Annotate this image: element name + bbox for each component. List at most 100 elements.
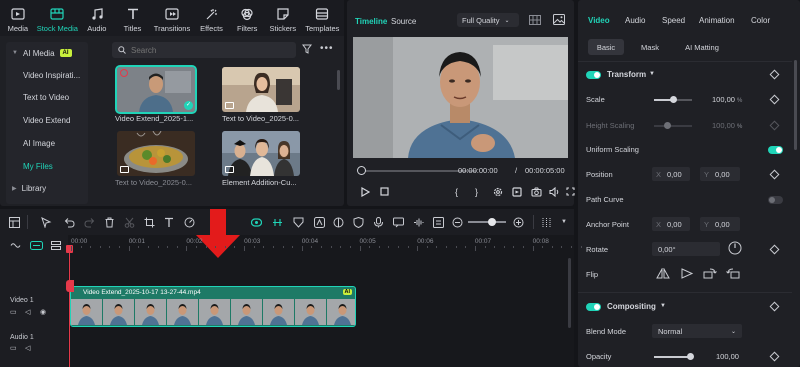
split-scissors-icon[interactable] xyxy=(123,216,135,228)
zoom-out-icon[interactable] xyxy=(451,216,463,228)
rotate-dial-icon[interactable] xyxy=(728,241,742,255)
sidebar-item-library[interactable]: ▶ Library xyxy=(6,177,88,199)
filter-icon[interactable] xyxy=(302,44,312,54)
opacity-value[interactable]: 100,00 xyxy=(716,352,739,361)
clip-info-icon[interactable] xyxy=(432,216,444,228)
mark-in-icon[interactable]: { xyxy=(455,186,458,197)
track-grid-icon[interactable] xyxy=(540,216,552,228)
media-scrollbar[interactable] xyxy=(337,70,340,90)
scale-slider-knob[interactable] xyxy=(669,96,677,103)
volume-icon[interactable] xyxy=(549,186,560,197)
tab-source[interactable]: Source xyxy=(391,17,416,26)
voice-effect-icon[interactable] xyxy=(412,216,424,228)
tab-audio[interactable]: Audio xyxy=(79,0,115,36)
opacity-slider-knob[interactable] xyxy=(686,353,694,360)
keyframe-diamond-icon[interactable] xyxy=(769,94,780,105)
fullscreen-icon[interactable] xyxy=(566,186,575,197)
transform-toggle[interactable] xyxy=(586,71,601,79)
position-x-field[interactable]: X 0,00 xyxy=(652,167,690,181)
media-thumbnail[interactable]: ✓ xyxy=(115,65,197,114)
tab-stickers[interactable]: Stickers xyxy=(265,0,301,36)
text-tool-icon[interactable] xyxy=(163,216,175,228)
ai-tools-icon[interactable] xyxy=(313,216,325,228)
tab-audio-props[interactable]: Audio xyxy=(625,16,645,25)
timeline-zoom-track[interactable] xyxy=(468,221,506,223)
link-clips-icon[interactable] xyxy=(271,216,283,228)
delete-icon[interactable] xyxy=(103,216,115,228)
subtab-basic[interactable]: Basic xyxy=(588,39,624,55)
keyframe-diamond-icon[interactable] xyxy=(769,169,780,180)
tab-speed[interactable]: Speed xyxy=(662,16,685,25)
quality-dropdown[interactable]: Full Quality ⌄ xyxy=(457,13,519,27)
media-thumbnail[interactable] xyxy=(117,131,195,176)
tab-video[interactable]: Video xyxy=(588,16,610,25)
color-match-icon[interactable] xyxy=(332,216,344,228)
keyframe-diamond-icon[interactable] xyxy=(769,244,780,255)
layout-icon[interactable] xyxy=(8,216,20,228)
select-arrow-icon[interactable] xyxy=(40,216,52,228)
path-curve-toggle[interactable] xyxy=(768,196,783,204)
flip-vertical-icon[interactable] xyxy=(680,268,694,279)
folder-icon[interactable]: ▭ xyxy=(10,345,17,352)
sidebar-item-ai-image[interactable]: AI Image xyxy=(6,132,88,154)
keyframe-diamond-icon[interactable] xyxy=(769,69,780,80)
tab-titles[interactable]: Titles xyxy=(115,0,151,36)
add-track-icon[interactable] xyxy=(10,241,21,250)
anchor-x-field[interactable]: X 0,00 xyxy=(652,217,690,231)
tab-timeline[interactable]: Timeline xyxy=(355,17,387,26)
sidebar-item-text-to-video[interactable]: Text to Video xyxy=(6,86,88,108)
remove-icon[interactable] xyxy=(120,69,128,77)
magnet-snap-icon[interactable] xyxy=(250,216,262,228)
marker-icon[interactable] xyxy=(292,216,304,228)
media-thumbnail[interactable] xyxy=(222,67,300,112)
camera-icon[interactable] xyxy=(531,186,542,197)
tab-stock-media[interactable]: Stock Media xyxy=(36,0,79,36)
flip-horizontal-icon[interactable] xyxy=(656,268,670,279)
position-y-field[interactable]: Y 0,00 xyxy=(700,167,740,181)
compositing-toggle[interactable] xyxy=(586,303,601,311)
sidebar-item-video-extend[interactable]: Video Extend xyxy=(6,109,88,131)
render-preview-icon[interactable] xyxy=(512,186,522,197)
microphone-icon[interactable] xyxy=(372,216,384,228)
property-scrollbar[interactable] xyxy=(794,60,797,150)
volume-icon[interactable]: ◁ xyxy=(25,345,32,352)
tab-templates[interactable]: Templates xyxy=(301,0,344,36)
play-icon[interactable] xyxy=(361,186,370,197)
shield-icon[interactable] xyxy=(352,216,364,228)
text-to-speech-icon[interactable] xyxy=(392,216,404,228)
playback-handle[interactable] xyxy=(357,166,366,175)
zoom-in-icon[interactable] xyxy=(512,216,524,228)
rotate-field[interactable]: 0,00° xyxy=(652,242,720,256)
stop-icon[interactable] xyxy=(380,186,389,197)
redo-icon[interactable] xyxy=(83,216,95,228)
sidebar-item-my-files[interactable]: My Files xyxy=(6,155,88,177)
subtab-ai-matting[interactable]: AI Matting xyxy=(676,39,728,55)
tab-color[interactable]: Color xyxy=(751,16,770,25)
subtab-mask[interactable]: Mask xyxy=(632,39,668,55)
undo-icon[interactable] xyxy=(63,216,75,228)
eye-icon[interactable]: ◉ xyxy=(40,309,47,316)
anchor-y-field[interactable]: Y 0,00 xyxy=(700,217,740,231)
chevron-down-icon[interactable]: ▼ xyxy=(558,216,570,228)
rotate-left-icon[interactable] xyxy=(726,268,740,279)
video-preview[interactable] xyxy=(353,37,568,158)
search-box[interactable] xyxy=(112,42,296,58)
timeline-zoom-knob[interactable] xyxy=(488,218,496,226)
volume-icon[interactable]: ◁ xyxy=(25,309,32,316)
track-manager-icon[interactable] xyxy=(51,241,61,250)
folder-icon[interactable]: ▭ xyxy=(10,309,17,316)
tab-effects[interactable]: Effects xyxy=(194,0,230,36)
clip-trim-handle[interactable] xyxy=(66,280,74,292)
tab-transitions[interactable]: Transitions xyxy=(150,0,193,36)
caret-down-icon[interactable]: ▼ xyxy=(649,71,655,77)
mark-out-icon[interactable]: } xyxy=(475,186,478,197)
grid-icon[interactable] xyxy=(529,15,541,25)
speed-icon[interactable] xyxy=(183,216,195,228)
playhead[interactable] xyxy=(69,250,70,367)
rotate-right-icon[interactable] xyxy=(703,268,717,279)
scale-value[interactable]: 100,00% xyxy=(712,95,742,104)
caret-down-icon[interactable]: ▼ xyxy=(660,303,666,309)
uniform-scaling-toggle[interactable] xyxy=(768,146,783,154)
crop-icon[interactable] xyxy=(143,216,155,228)
blend-mode-dropdown[interactable]: Normal ⌄ xyxy=(652,324,742,338)
